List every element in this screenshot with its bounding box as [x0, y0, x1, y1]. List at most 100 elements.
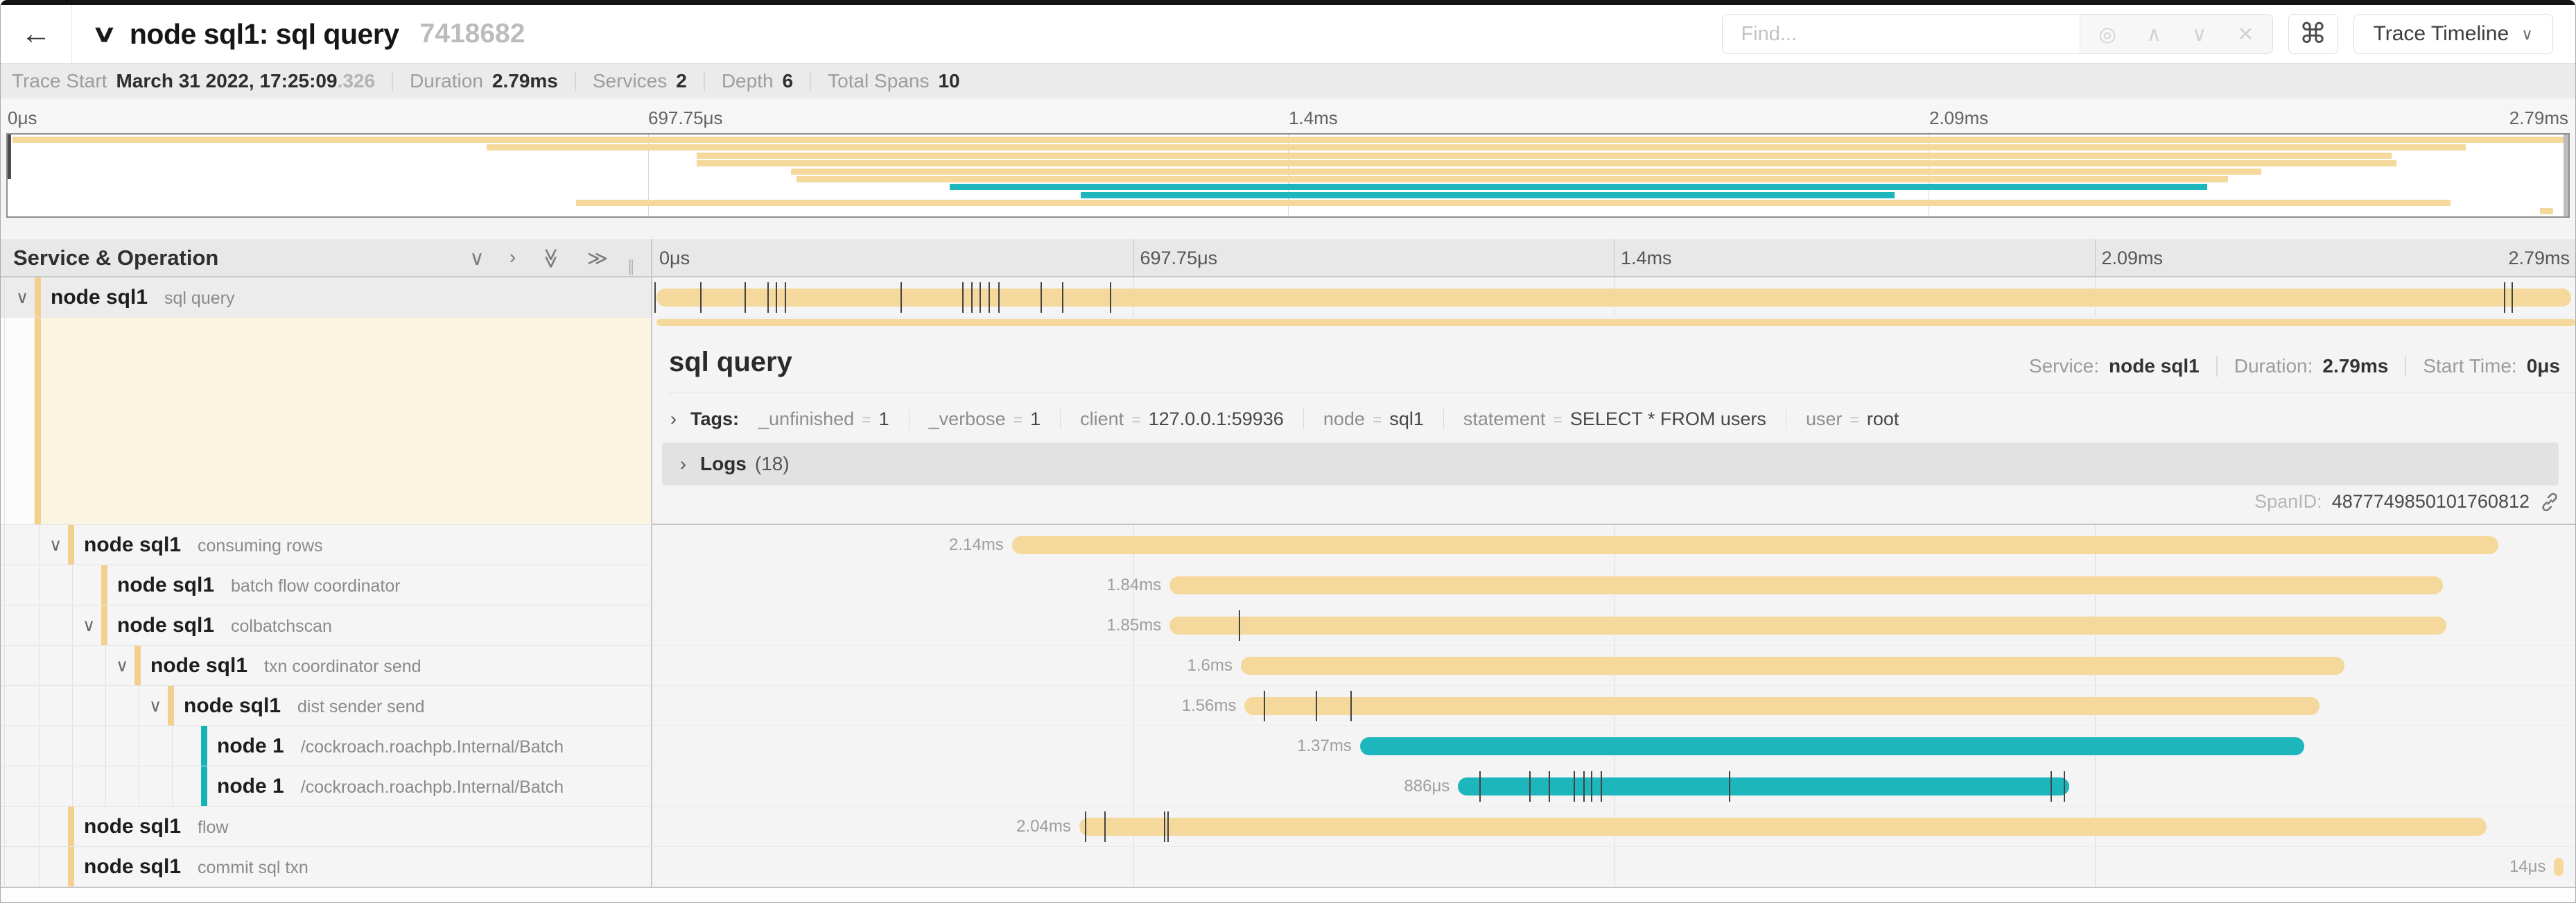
span-timeline-cell[interactable]: 1.85ms — [652, 605, 2575, 646]
span-tree-item[interactable]: node sql1flow — [1, 807, 652, 847]
selected-span-bar[interactable] — [656, 319, 2575, 326]
tag-value: 1 — [1030, 409, 1041, 430]
span-bar[interactable] — [1360, 737, 2304, 755]
collapse-all-icon[interactable]: ≫ — [539, 248, 564, 268]
span-tree-item[interactable]: node sql1commit sql txn — [1, 847, 652, 887]
logs-accordion[interactable]: › Logs (18) — [662, 442, 2559, 485]
indent-guide — [72, 686, 73, 725]
span-tree-item[interactable]: ∨node sql1consuming rows — [1, 525, 652, 565]
span-tree-item[interactable]: ∨node sql1sql query — [1, 277, 652, 318]
chevron-down-icon[interactable]: ∨ — [16, 287, 28, 308]
separator — [1303, 409, 1304, 429]
ruler-tickline — [1133, 239, 1134, 276]
chevron-down-icon[interactable]: ∨ — [149, 696, 162, 716]
span-duration-label: 886μs — [1404, 777, 1458, 796]
span-bar[interactable] — [1241, 657, 2344, 675]
link-icon[interactable] — [2539, 492, 2560, 513]
service-name: node sql1 — [117, 614, 214, 637]
separator — [575, 71, 576, 91]
equals-sign: = — [1131, 411, 1140, 429]
span-tree-item[interactable]: ∨node sql1colbatchscan — [1, 605, 652, 646]
separator — [909, 409, 910, 429]
summary-item: Depth6 — [722, 70, 793, 92]
span-bar[interactable] — [2554, 858, 2564, 876]
tag-value: SELECT * FROM users — [1570, 409, 1766, 430]
chevron-down-icon[interactable]: ∨ — [49, 535, 62, 556]
span-tree-item[interactable]: node 1/cockroach.roachpb.Internal/Batch — [1, 726, 652, 766]
span-timeline-cell[interactable]: 2.04ms — [652, 807, 2575, 847]
ruler-tick-label: 697.75μs — [648, 108, 723, 129]
span-timeline-cell[interactable]: 1.84ms — [652, 565, 2575, 605]
find-controls: ◎ ∧ ∨ ✕ — [2080, 15, 2272, 53]
span-timeline-cell[interactable]: 14μs — [652, 847, 2575, 887]
span-timeline-cell[interactable]: 1.6ms — [652, 646, 2575, 686]
find-input[interactable] — [1723, 15, 2080, 53]
span-row: node 1/cockroach.roachpb.Internal/Batch 1… — [1, 726, 2575, 766]
minimap-span-row — [8, 183, 2568, 191]
back-button[interactable]: ← — [1, 5, 72, 63]
keyboard-shortcuts-button[interactable]: ⌘ — [2288, 14, 2338, 54]
span-row: ∨node sql1txn coordinator send1.6ms — [1, 646, 2575, 686]
tag-item[interactable]: node=sql1 — [1323, 409, 1424, 430]
find-next-icon[interactable]: ∨ — [2192, 22, 2207, 46]
minimap-span-bar — [2540, 208, 2552, 214]
logs-label: Logs — [700, 453, 747, 475]
find-target-icon[interactable]: ◎ — [2098, 22, 2116, 46]
span-color-accent — [35, 277, 41, 317]
log-marker — [700, 282, 702, 313]
span-timeline-cell[interactable]: 1.37ms — [652, 726, 2575, 766]
summary-value-suffix: .326 — [338, 70, 376, 92]
collapse-one-icon[interactable]: ∨ — [469, 246, 484, 270]
collapse-trace-chevron-icon[interactable]: ∨ — [92, 20, 117, 48]
expand-all-icon[interactable]: ≫ — [587, 246, 608, 270]
span-bar[interactable] — [1169, 617, 2446, 635]
service-name: node sql1 — [150, 654, 247, 678]
view-selector-button[interactable]: Trace Timeline ∨ — [2353, 14, 2553, 54]
span-timeline-cell[interactable]: 886μs — [652, 766, 2575, 807]
span-tree-item[interactable]: node 1/cockroach.roachpb.Internal/Batch — [1, 766, 652, 807]
trace-summary: Trace StartMarch 31 2022, 17:25:09.326Du… — [1, 64, 2575, 98]
tag-item[interactable]: client=127.0.0.1:59936 — [1080, 409, 1284, 430]
span-bar[interactable] — [1244, 697, 2320, 715]
span-bar[interactable] — [1012, 536, 2498, 554]
ruler-tick-label: 2.79ms — [2509, 108, 2568, 129]
minimap-span-row — [8, 175, 2568, 183]
tag-item[interactable]: _unfinished=1 — [758, 409, 889, 430]
indent-guide — [4, 318, 5, 524]
expand-one-icon[interactable]: › — [510, 246, 516, 270]
indent-guide — [172, 766, 173, 806]
span-tree-item[interactable]: ∨node sql1txn coordinator send — [1, 646, 652, 686]
ruler-tick-label: 1.4ms — [1289, 108, 1338, 129]
minimap-span-bar — [950, 184, 2207, 190]
tag-item[interactable]: user=root — [1806, 409, 1899, 430]
tag-key: user — [1806, 409, 1843, 430]
tag-item[interactable]: statement=SELECT * FROM users — [1463, 409, 1766, 430]
span-duration-label: 1.37ms — [1297, 737, 1360, 756]
span-detail-title: sql query — [669, 347, 792, 378]
log-marker — [1316, 691, 1317, 721]
span-tree-item[interactable]: node sql1batch flow coordinator — [1, 565, 652, 605]
chevron-down-icon[interactable]: ∨ — [116, 655, 128, 676]
minimap-span-bar — [12, 137, 2563, 143]
gridline — [1614, 847, 1615, 886]
viewport-drag-handle-left[interactable] — [8, 135, 11, 179]
minimap-canvas[interactable] — [6, 133, 2570, 218]
duration-value: 2.79ms — [2322, 355, 2388, 377]
column-resize-handle[interactable]: ∥ — [627, 257, 638, 276]
span-tree-item[interactable]: ∨node sql1dist sender send — [1, 686, 652, 726]
span-bar[interactable] — [656, 289, 2572, 307]
tag-item[interactable]: _verbose=1 — [929, 409, 1041, 430]
indent-guide — [39, 726, 40, 766]
span-bar[interactable] — [1169, 576, 2442, 594]
find-clear-icon[interactable]: ✕ — [2237, 22, 2254, 46]
span-timeline-cell[interactable]: 2.14ms — [652, 525, 2575, 565]
chevron-down-icon[interactable]: ∨ — [82, 615, 95, 636]
span-timeline-cell[interactable] — [652, 277, 2575, 318]
span-timeline-cell[interactable]: 1.56ms — [652, 686, 2575, 726]
span-bar[interactable] — [1079, 818, 2487, 836]
operation-name: /cockroach.roachpb.Internal/Batch — [301, 777, 564, 798]
tags-accordion[interactable]: › Tags: _unfinished=1_verbose=1client=12… — [670, 404, 1899, 434]
page-title: node sql1: sql query — [130, 18, 399, 51]
find-prev-icon[interactable]: ∧ — [2147, 22, 2161, 46]
viewport-drag-handle-right[interactable] — [2564, 135, 2568, 216]
